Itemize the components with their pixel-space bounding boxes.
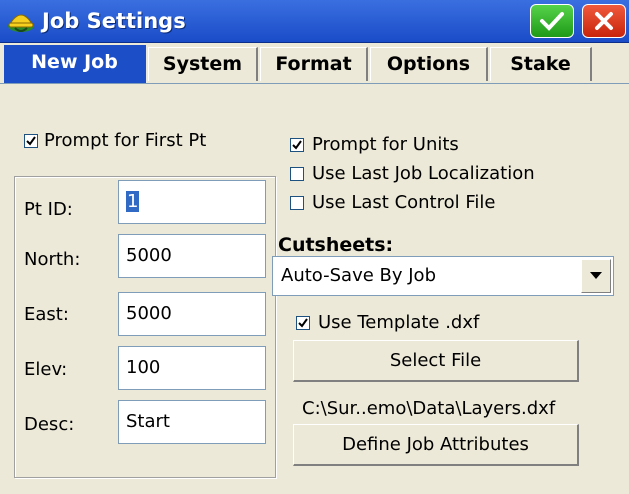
north-label: North: bbox=[24, 249, 81, 270]
prompt-units-label: Prompt for Units bbox=[312, 134, 459, 155]
select-file-button[interactable]: Select File bbox=[293, 340, 579, 382]
cutsheets-heading: Cutsheets: bbox=[278, 234, 394, 256]
cutsheets-selected-value: Auto-Save By Job bbox=[281, 265, 436, 286]
checkmark-icon bbox=[540, 12, 564, 31]
desc-field[interactable]: Start bbox=[118, 400, 266, 444]
tab-new-job[interactable]: New Job bbox=[4, 45, 146, 83]
prompt-first-pt-checkbox[interactable] bbox=[24, 134, 38, 148]
prompt-units-checkbox[interactable] bbox=[290, 138, 304, 152]
north-field[interactable]: 5000 bbox=[118, 234, 266, 278]
cutsheets-select[interactable]: Auto-Save By Job bbox=[272, 256, 614, 296]
elev-label: Elev: bbox=[24, 359, 68, 380]
use-last-control-checkbox[interactable] bbox=[290, 196, 304, 210]
close-icon bbox=[595, 12, 613, 30]
tab-stake[interactable]: Stake bbox=[490, 47, 592, 81]
tab-system[interactable]: System bbox=[148, 47, 258, 81]
use-last-control-label: Use Last Control File bbox=[312, 192, 496, 213]
checkmark-icon bbox=[292, 140, 302, 150]
tab-format[interactable]: Format bbox=[260, 47, 368, 81]
define-job-attributes-button[interactable]: Define Job Attributes bbox=[293, 424, 579, 466]
use-template-checkbox[interactable] bbox=[296, 316, 310, 330]
window-title: Job Settings bbox=[42, 9, 186, 33]
pt-id-label: Pt ID: bbox=[24, 199, 73, 220]
pt-id-field[interactable]: 1 bbox=[118, 180, 266, 224]
dropdown-arrow-button[interactable] bbox=[581, 259, 611, 293]
checkmark-icon bbox=[26, 136, 36, 146]
east-label: East: bbox=[24, 304, 69, 325]
pt-id-value: 1 bbox=[126, 191, 140, 212]
use-last-localization-label: Use Last Job Localization bbox=[312, 163, 535, 184]
elev-field[interactable]: 100 bbox=[118, 346, 266, 390]
new-job-panel: Prompt for First Pt Prompt for Units Use… bbox=[0, 84, 629, 494]
hardhat-icon bbox=[8, 14, 34, 32]
use-template-label: Use Template .dxf bbox=[318, 312, 480, 333]
tab-options[interactable]: Options bbox=[370, 47, 488, 81]
desc-label: Desc: bbox=[24, 414, 75, 435]
east-field[interactable]: 5000 bbox=[118, 292, 266, 336]
checkmark-icon bbox=[298, 318, 308, 328]
chevron-down-icon bbox=[590, 272, 602, 279]
close-button[interactable] bbox=[582, 4, 626, 38]
use-last-localization-checkbox[interactable] bbox=[290, 167, 304, 181]
ok-button[interactable] bbox=[530, 4, 574, 38]
tab-strip: New Job System Format Options Stake bbox=[0, 43, 629, 84]
prompt-first-pt-label: Prompt for First Pt bbox=[44, 130, 207, 151]
template-file-path: C:\Sur..emo\Data\Layers.dxf bbox=[302, 398, 556, 419]
title-bar: Job Settings bbox=[0, 0, 629, 43]
